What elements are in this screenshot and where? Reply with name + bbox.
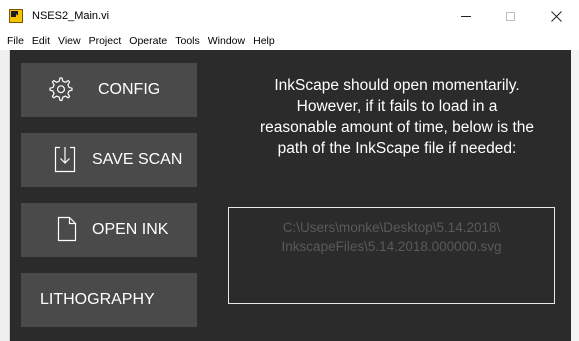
close-icon [550,10,562,22]
path-line-1: C:\Users\monke\Desktop\5.14.2018\ [282,220,501,235]
message-line-1: InkScape should open momentarily. [274,77,520,94]
maximize-icon [505,11,515,21]
gear-icon [49,77,73,101]
title-bar: NSES2_Main.vi [0,0,579,32]
menu-edit[interactable]: Edit [28,32,54,50]
open-ink-button[interactable]: OPEN INK [21,203,197,257]
message-line-2: However, if it fails to load in a [296,98,498,115]
save-scan-label: SAVE SCAN [92,151,183,168]
lithography-button[interactable]: LITHOGRAPHY [21,273,197,327]
labview-app-icon[interactable] [9,9,23,23]
minimize-button[interactable] [443,0,489,32]
menu-operate[interactable]: Operate [125,32,171,50]
config-label: CONFIG [98,81,161,98]
window-right-edge [571,50,579,341]
maximize-button[interactable] [487,0,533,32]
window-left-edge [0,50,10,341]
status-message: InkScape should open momentarily. Howeve… [230,75,564,159]
menu-window[interactable]: Window [204,32,249,50]
close-button[interactable] [533,0,579,32]
message-line-3: reasonable amount of time, below is the [260,119,534,136]
minimize-icon [461,15,471,17]
path-line-2: InkscapeFiles\5.14.2018.000000.svg [281,239,502,254]
menu-tools[interactable]: Tools [171,32,204,50]
menu-view[interactable]: View [54,32,85,50]
document-icon [57,216,77,242]
menu-bar: File Edit View Project Operate Tools Win… [0,32,579,50]
save-scan-button[interactable]: SAVE SCAN [21,133,197,187]
menu-file[interactable]: File [3,32,28,50]
front-panel: CONFIG SAVE SCAN OPEN INK LITHOGRAPHY In… [10,50,579,341]
open-ink-label: OPEN INK [92,221,169,238]
menu-project[interactable]: Project [85,32,126,50]
app-window: NSES2_Main.vi File Edit View Project Ope… [0,0,579,341]
config-button[interactable]: CONFIG [21,63,197,117]
lithography-label: LITHOGRAPHY [40,291,155,308]
menu-help[interactable]: Help [249,32,279,50]
inkscape-path-display[interactable]: C:\Users\monke\Desktop\5.14.2018\ Inksca… [228,207,555,304]
window-title: NSES2_Main.vi [32,10,110,22]
save-download-icon [54,146,76,173]
message-line-4: path of the InkScape file if needed: [277,140,517,157]
